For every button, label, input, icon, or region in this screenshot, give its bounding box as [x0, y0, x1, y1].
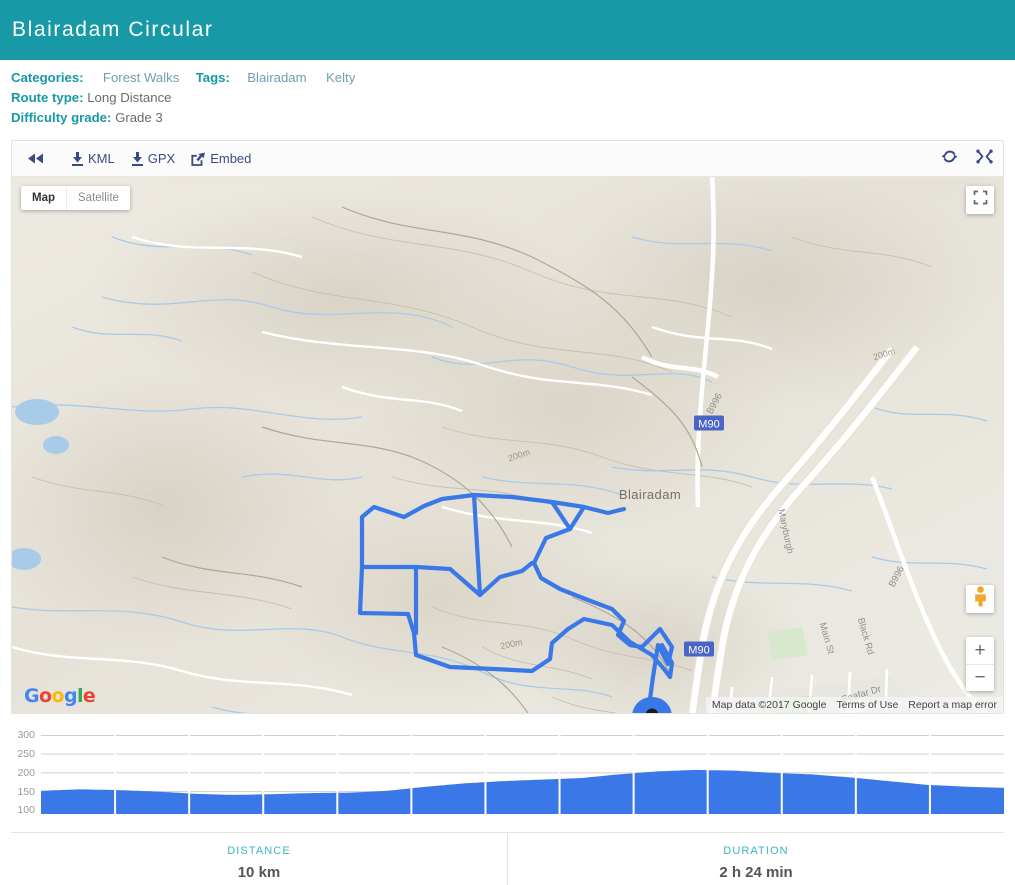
- embed-button[interactable]: Embed: [191, 151, 251, 166]
- elevation-y-axis: 300 250 200 150 100: [11, 728, 39, 817]
- route-type-value: Long Distance: [87, 90, 172, 105]
- back-button[interactable]: [26, 152, 45, 165]
- elevation-y-tick: 150: [17, 785, 35, 798]
- map-panel: KML GPX Embed Blairadam B996 B996 Marybu…: [11, 140, 1004, 714]
- expand-button[interactable]: [976, 149, 993, 169]
- stat-distance: DISTANCE 10 km: [11, 833, 507, 885]
- difficulty-value: Grade 3: [115, 110, 163, 125]
- kml-download-button[interactable]: KML: [71, 151, 115, 166]
- elevation-y-tick: 300: [17, 729, 35, 742]
- tag-link-blairadam[interactable]: Blairadam: [247, 70, 306, 85]
- meta-row-difficulty: Difficulty grade: Grade 3: [11, 108, 1015, 128]
- map-type-option-map[interactable]: Map: [21, 186, 66, 210]
- page-title: Blairadam Circular: [12, 18, 214, 41]
- meta-row-route-type: Route type: Long Distance: [11, 88, 1015, 108]
- map-type-option-satellite[interactable]: Satellite: [66, 186, 130, 210]
- stat-duration-value: 2 h 24 min: [719, 864, 793, 881]
- stat-duration-label: DURATION: [723, 845, 789, 857]
- elevation-y-tick: 100: [17, 804, 35, 817]
- zoom-out-button[interactable]: −: [966, 664, 994, 691]
- map-data-credit: Map data ©2017 Google: [711, 699, 827, 711]
- fullscreen-icon: [973, 190, 988, 210]
- elevation-y-tick: 200: [17, 766, 35, 779]
- terms-of-use-link[interactable]: Terms of Use: [836, 699, 898, 711]
- stat-duration: DURATION 2 h 24 min: [507, 833, 1004, 885]
- kml-label: KML: [88, 151, 115, 166]
- rewind-icon: [26, 152, 45, 165]
- map-credits: Map data ©2017 Google Terms of Use Repor…: [705, 697, 1003, 713]
- category-link-forest-walks[interactable]: Forest Walks: [103, 70, 179, 85]
- route-meta: Categories: Forest Walks Tags: Blairadam…: [0, 60, 1015, 134]
- map-type-control[interactable]: Map Satellite: [21, 186, 130, 210]
- google-logo: Google: [24, 685, 96, 707]
- route-stats: DISTANCE 10 km DURATION 2 h 24 min: [11, 832, 1004, 885]
- elevation-chart: 300 250 200 150 100: [11, 728, 1004, 828]
- route-type-label: Route type:: [11, 90, 84, 105]
- refresh-button[interactable]: [941, 149, 958, 169]
- difficulty-label: Difficulty grade:: [11, 110, 112, 125]
- expand-icon: [976, 149, 993, 169]
- tag-link-kelty[interactable]: Kelty: [326, 70, 355, 85]
- download-icon: [131, 151, 144, 166]
- elevation-plot: [41, 728, 1004, 814]
- page-header: Blairadam Circular: [0, 0, 1015, 60]
- categories-label: Categories:: [11, 70, 84, 85]
- stat-distance-value: 10 km: [237, 864, 281, 881]
- refresh-icon: [941, 149, 958, 169]
- map-toolbar: KML GPX Embed: [12, 141, 1003, 177]
- map-fullscreen-button[interactable]: [966, 186, 994, 214]
- gpx-download-button[interactable]: GPX: [131, 151, 175, 166]
- street-view-pegman-icon: [973, 586, 988, 612]
- street-view-button[interactable]: [966, 585, 994, 613]
- stat-distance-label: DISTANCE: [227, 845, 291, 857]
- elevation-y-tick: 250: [17, 748, 35, 761]
- meta-row-categories-tags: Categories: Forest Walks Tags: Blairadam…: [11, 68, 1015, 88]
- report-map-error-link[interactable]: Report a map error: [908, 699, 997, 711]
- embed-label: Embed: [210, 151, 252, 166]
- download-icon: [71, 151, 84, 166]
- map-canvas[interactable]: BlairadamCLENTRYKeltyB996B996B996Marybur…: [12, 177, 1003, 713]
- tags-label: Tags:: [195, 70, 230, 85]
- map-tiles: [12, 177, 1003, 713]
- share-icon: [191, 152, 206, 166]
- gpx-label: GPX: [147, 151, 176, 166]
- zoom-in-button[interactable]: +: [966, 637, 994, 664]
- zoom-control[interactable]: + −: [966, 637, 994, 691]
